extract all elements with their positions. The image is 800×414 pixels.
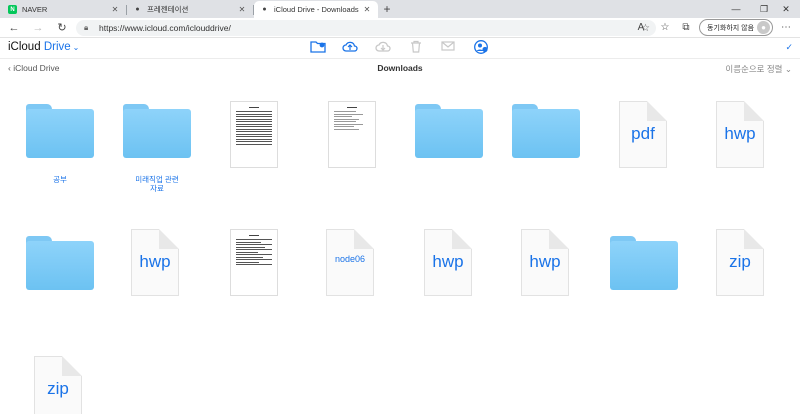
breadcrumb: ‹ iCloud Drive Downloads 이름순으로 정렬 ⌄ xyxy=(0,59,800,77)
upload-icon[interactable] xyxy=(341,40,359,56)
item-label-line2[interactable]: 자료 xyxy=(112,184,202,193)
hwp-file-icon[interactable]: hwp xyxy=(424,229,472,296)
apple-icon: ● xyxy=(135,6,140,13)
file-ext: hwp xyxy=(724,124,756,143)
item-label[interactable]: 공부 xyxy=(15,175,105,184)
pdf-file-icon[interactable]: pdf xyxy=(619,101,667,168)
share-add-person-icon[interactable] xyxy=(472,40,490,56)
tab-naver[interactable]: N NAVER ✕ xyxy=(2,1,127,18)
download-icon[interactable] xyxy=(374,40,392,56)
brand-suffix: Drive xyxy=(43,41,71,53)
new-folder-icon[interactable] xyxy=(309,40,327,56)
url-field[interactable]: 🔒︎ ☆ xyxy=(76,20,656,36)
apple-icon: ● xyxy=(262,6,267,13)
close-icon[interactable]: ✕ xyxy=(362,5,372,14)
brand-prefix: iCloud xyxy=(8,41,41,53)
delete-icon[interactable] xyxy=(407,40,425,56)
document-thumbnail[interactable] xyxy=(328,101,376,168)
tab-title: iCloud Drive - Downloads xyxy=(274,5,359,14)
window-close-button[interactable]: ✕ xyxy=(772,0,800,18)
sort-label: 이름순으로 정렬 xyxy=(725,64,783,74)
favorites-icon[interactable]: ☆ xyxy=(657,20,673,36)
chevron-down-icon: ⌄ xyxy=(72,43,80,52)
file-ext: hwp xyxy=(432,252,464,271)
zip-file-icon[interactable]: zip xyxy=(716,229,764,296)
file-ext: hwp xyxy=(139,252,171,271)
forward-arrow-icon[interactable]: → xyxy=(30,20,46,36)
more-options-icon[interactable]: ⋯ xyxy=(778,20,794,36)
refresh-icon[interactable]: ↻ xyxy=(54,20,70,36)
avatar: ● xyxy=(757,21,770,34)
read-aloud-icon[interactable]: A xyxy=(633,20,649,36)
close-icon[interactable]: ✕ xyxy=(237,5,247,14)
item-label[interactable]: 미래직업 관련 xyxy=(112,175,202,184)
mail-icon[interactable] xyxy=(439,40,457,56)
naver-icon: N xyxy=(8,5,17,14)
address-bar: ← → ↻ 🔒︎ ☆ A ☆ ⧉ 동기화하지 않음 ● ⋯ xyxy=(0,18,800,38)
lock-icon[interactable]: 🔒︎ xyxy=(84,23,94,33)
collections-icon[interactable]: ⧉ xyxy=(678,20,694,36)
icloud-toolbar: iCloud Drive ⌄ ✓ xyxy=(0,38,800,59)
check-icon[interactable]: ✓ xyxy=(785,42,793,53)
new-tab-button[interactable]: + xyxy=(380,1,394,17)
tab-presentation[interactable]: ● 프레젠테이션 ✕ xyxy=(127,1,254,18)
tab-strip: N NAVER ✕ ● 프레젠테이션 ✕ ● iCloud Drive - Do… xyxy=(0,0,800,18)
file-ext: pdf xyxy=(631,124,655,143)
hwp-file-icon[interactable]: hwp xyxy=(131,229,179,296)
sort-menu[interactable]: 이름순으로 정렬 ⌄ xyxy=(725,63,792,75)
icloud-drive-menu[interactable]: iCloud Drive ⌄ xyxy=(8,41,79,53)
tab-title: 프레젠테이션 xyxy=(147,5,189,14)
chevron-down-icon: ⌄ xyxy=(784,64,792,74)
zip-file-icon[interactable]: zip xyxy=(34,356,82,414)
url-input[interactable] xyxy=(99,23,579,33)
node06-file-icon[interactable]: node06 xyxy=(326,229,374,296)
sync-label: 동기화하지 않음 xyxy=(707,24,755,32)
file-ext: node06 xyxy=(334,254,366,264)
hwp-file-icon[interactable]: hwp xyxy=(521,229,569,296)
file-ext: zip xyxy=(729,252,751,271)
tab-icloud-drive[interactable]: ● iCloud Drive - Downloads ✕ xyxy=(254,1,378,18)
document-thumbnail[interactable] xyxy=(230,229,278,296)
page-title: Downloads xyxy=(377,63,423,73)
hwp-file-icon[interactable]: hwp xyxy=(716,101,764,168)
close-icon[interactable]: ✕ xyxy=(110,5,120,14)
back-arrow-icon[interactable]: ← xyxy=(6,20,22,36)
document-thumbnail[interactable] xyxy=(230,101,278,168)
profile-sync-button[interactable]: 동기화하지 않음 ● xyxy=(699,19,773,36)
tab-title: NAVER xyxy=(22,5,48,14)
file-ext: hwp xyxy=(529,252,561,271)
file-ext: zip xyxy=(47,379,69,398)
